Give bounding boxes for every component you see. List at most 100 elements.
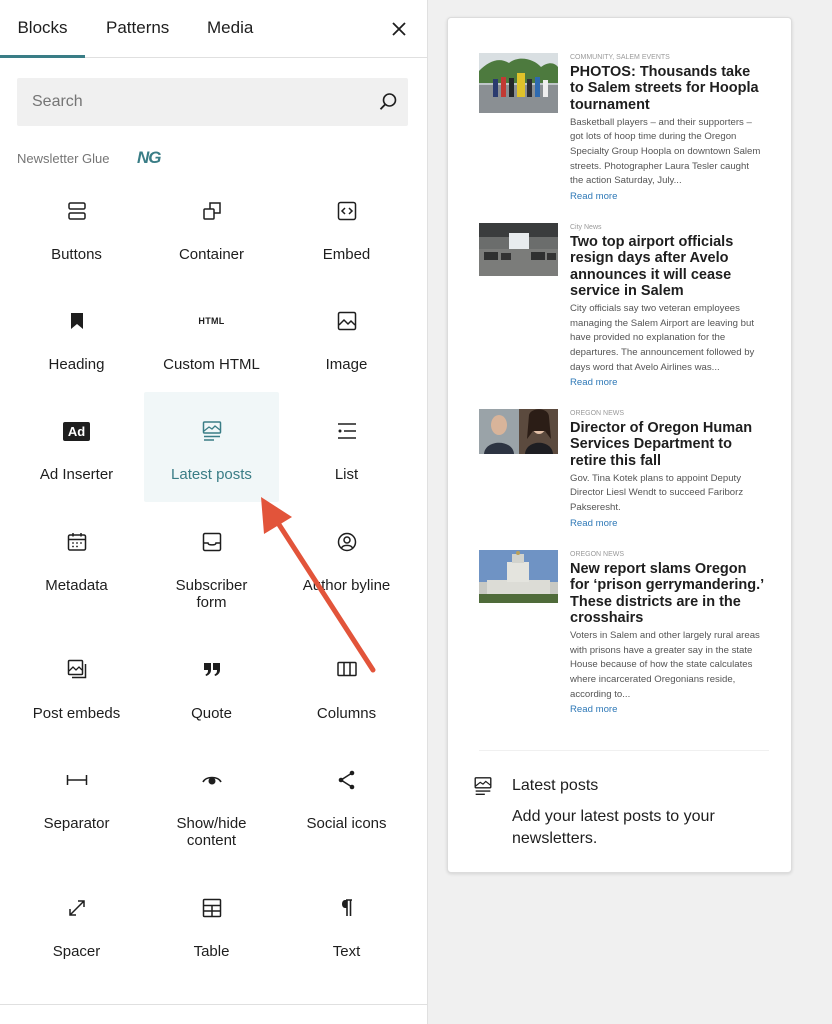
block-image[interactable]: Image (279, 292, 414, 402)
post-category: OREGON NEWS (570, 551, 625, 558)
latest-posts-icon (472, 774, 494, 798)
block-label: Heading (48, 356, 105, 373)
block-author-byline[interactable]: Author byline (279, 502, 414, 630)
search-box (17, 78, 408, 126)
block-latest-posts[interactable]: Latest posts (144, 392, 279, 502)
panel-bottom-divider (0, 1004, 428, 1005)
active-tab-indicator (0, 55, 85, 58)
block-label: Metadata (45, 577, 108, 594)
paragraph-icon (341, 899, 352, 916)
quote-icon (203, 663, 220, 676)
block-label: Subscriber form (175, 577, 248, 611)
close-icon (392, 22, 406, 36)
block-show-hide-content[interactable]: Show/hide content (144, 742, 279, 870)
block-label: Table (193, 943, 230, 960)
post-title[interactable]: Director of Oregon Human Services Depart… (570, 420, 765, 469)
block-label: Show/hide content (176, 815, 247, 849)
block-embed[interactable]: Embed (279, 190, 414, 292)
close-button[interactable] (384, 14, 414, 44)
block-label: Author byline (302, 577, 391, 594)
share-icon (338, 770, 354, 790)
post-excerpt: City officials say two veteran employees… (570, 303, 755, 373)
block-label: Text (332, 943, 361, 960)
preview-divider (479, 750, 769, 751)
block-spacer[interactable]: Spacer (9, 870, 144, 982)
search-button[interactable] (377, 91, 399, 113)
user-circle-icon (337, 532, 356, 552)
image-icon (337, 311, 356, 331)
block-quote[interactable]: Quote (144, 630, 279, 742)
block-label: Container (178, 246, 245, 263)
post-title[interactable]: New report slams Oregon for ‘prison gerr… (570, 561, 765, 626)
block-label: Social icons (306, 815, 387, 832)
bookmark-icon (70, 313, 83, 329)
block-label: Latest posts (171, 466, 252, 483)
block-group-title: Newsletter Glue (17, 151, 110, 166)
newsletter-glue-logo: NG (137, 148, 161, 167)
search-input[interactable] (17, 78, 357, 126)
block-label: Columns (316, 705, 377, 722)
block-social-icons[interactable]: Social icons (279, 742, 414, 870)
block-heading[interactable]: Heading (9, 292, 144, 402)
block-label: Buttons (51, 246, 102, 263)
block-text[interactable]: Text (279, 870, 414, 982)
read-more-link[interactable]: Read more (570, 703, 765, 717)
resize-arrows-icon (68, 900, 85, 916)
block-custom-html[interactable]: HTML Custom HTML (144, 292, 279, 402)
buttons-icon (67, 202, 86, 220)
post-excerpt: Gov. Tina Kotek plans to appoint Deputy … (570, 472, 744, 514)
post-thumbnail (479, 409, 558, 454)
block-post-embeds[interactable]: Post embeds (9, 630, 144, 742)
post-title[interactable]: Two top airport officials resign days af… (570, 234, 765, 299)
post-category: OREGON NEWS (570, 410, 625, 417)
tab-blocks[interactable]: Blocks (0, 0, 85, 57)
separator-icon (66, 775, 87, 785)
calendar-icon (67, 533, 86, 551)
block-label: Image (325, 356, 368, 373)
block-description-text: Add your latest posts to your newsletter… (512, 808, 715, 847)
latest-posts-icon (202, 421, 221, 441)
read-more-link[interactable]: Read more (570, 190, 765, 204)
block-ad-inserter[interactable]: Ad Ad Inserter (9, 392, 144, 502)
table-icon (202, 898, 221, 918)
columns-icon (336, 661, 357, 677)
block-inserter-panel: Blocks Patterns Media Newsletter Glue NG… (0, 0, 428, 1024)
block-label: Embed (322, 246, 371, 263)
tab-patterns[interactable]: Patterns (106, 0, 169, 57)
block-label: Separator (43, 815, 110, 832)
post-title[interactable]: PHOTOS: Thousands take to Salem streets … (570, 64, 765, 113)
eye-icon (201, 776, 222, 785)
post-thumbnail (479, 223, 558, 276)
block-label: List (334, 466, 359, 483)
block-table[interactable]: Table (144, 870, 279, 982)
block-label: Ad Inserter (39, 466, 114, 483)
block-subscriber-form[interactable]: Subscriber form (144, 502, 279, 630)
block-label: Custom HTML (163, 356, 260, 373)
block-preview-card: COMMUNITY, SALEM EVENTS PHOTOS: Thousand… (447, 17, 792, 873)
block-label: Post embeds (32, 705, 121, 722)
block-description-title: Latest posts (512, 777, 599, 794)
block-metadata[interactable]: Metadata (9, 502, 144, 630)
embed-icon (337, 201, 356, 221)
block-container[interactable]: Container (144, 190, 279, 292)
post-excerpt: Basketball players – and their supporter… (570, 116, 761, 187)
ad-icon: Ad (62, 421, 91, 441)
html-icon: HTML (198, 316, 225, 326)
post-category: City News (570, 224, 602, 231)
container-icon (202, 202, 221, 220)
read-more-link[interactable]: Read more (570, 376, 765, 390)
block-label: Spacer (52, 943, 101, 960)
list-icon (337, 423, 356, 439)
tab-media[interactable]: Media (207, 0, 253, 57)
search-icon (379, 93, 397, 110)
inbox-icon (202, 532, 221, 552)
block-separator[interactable]: Separator (9, 742, 144, 870)
post-embed-icon (67, 659, 86, 679)
block-buttons[interactable]: Buttons (9, 190, 144, 292)
post-excerpt: Voters in Salem and other largely rural … (570, 630, 760, 700)
block-columns[interactable]: Columns (279, 630, 414, 742)
block-label: Quote (191, 705, 232, 722)
read-more-link[interactable]: Read more (570, 517, 765, 531)
post-thumbnail (479, 53, 558, 113)
block-list[interactable]: List (279, 392, 414, 502)
